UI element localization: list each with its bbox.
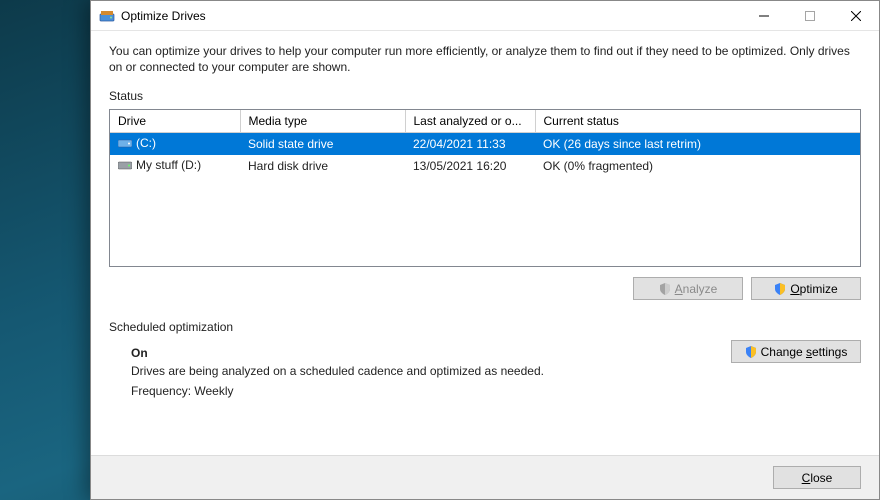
change-settings-button[interactable]: Change settings (731, 340, 861, 363)
media-type: Solid state drive (240, 133, 405, 156)
header-last-analyzed[interactable]: Last analyzed or o... (405, 110, 535, 133)
header-status[interactable]: Current status (535, 110, 860, 133)
drive-name: My stuff (D:) (136, 158, 201, 172)
header-drive[interactable]: Drive (110, 110, 240, 133)
action-button-row: Analyze Optimize (109, 277, 861, 300)
table-header-row: Drive Media type Last analyzed or o... C… (110, 110, 860, 133)
change-settings-label: Change settings (761, 345, 848, 359)
analyze-button: Analyze (633, 277, 743, 300)
dialog-footer: Close (91, 455, 879, 499)
media-type: Hard disk drive (240, 155, 405, 177)
analyze-button-label: Analyze (675, 282, 718, 296)
app-icon (99, 8, 115, 24)
drive-name: (C:) (136, 136, 156, 150)
schedule-frequency: Frequency: Weekly (131, 384, 859, 398)
table-row[interactable]: My stuff (D:) Hard disk drive13/05/2021 1… (110, 155, 860, 177)
close-window-button[interactable] (833, 1, 879, 30)
maximize-button[interactable] (787, 1, 833, 30)
shield-icon (745, 346, 757, 358)
optimize-drives-window: Optimize Drives You can optimize your dr… (90, 0, 880, 500)
optimize-button[interactable]: Optimize (751, 277, 861, 300)
frequency-value: Weekly (194, 384, 233, 398)
last-analyzed: 13/05/2021 16:20 (405, 155, 535, 177)
current-status: OK (0% fragmented) (535, 155, 860, 177)
last-analyzed: 22/04/2021 11:33 (405, 133, 535, 156)
shield-icon (659, 283, 671, 295)
current-status: OK (26 days since last retrim) (535, 133, 860, 156)
titlebar: Optimize Drives (91, 1, 879, 31)
drives-table[interactable]: Drive Media type Last analyzed or o... C… (109, 109, 861, 267)
drive-ssd-icon (118, 137, 132, 152)
close-button-label: Close (802, 471, 833, 485)
header-media[interactable]: Media type (240, 110, 405, 133)
window-controls (741, 1, 879, 30)
window-title: Optimize Drives (121, 9, 206, 23)
optimize-button-label: Optimize (790, 282, 837, 296)
content-area: You can optimize your drives to help you… (91, 31, 879, 455)
status-label: Status (109, 89, 861, 103)
shield-icon (774, 283, 786, 295)
frequency-label: Frequency: (131, 384, 191, 398)
table-row[interactable]: (C:) Solid state drive22/04/2021 11:33OK … (110, 133, 860, 156)
scheduled-optimization-section: Scheduled optimization Change settings O… (109, 320, 861, 404)
schedule-label: Scheduled optimization (109, 320, 861, 334)
intro-text: You can optimize your drives to help you… (109, 43, 861, 75)
minimize-button[interactable] (741, 1, 787, 30)
schedule-desc: Drives are being analyzed on a scheduled… (131, 364, 859, 378)
close-button[interactable]: Close (773, 466, 861, 489)
drive-hdd-icon (118, 159, 132, 174)
